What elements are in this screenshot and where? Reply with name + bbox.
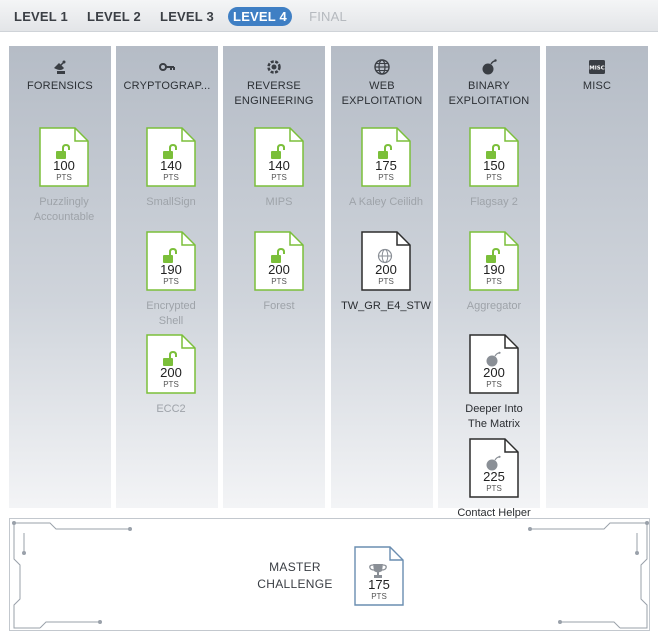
challenge-points: 140 (268, 158, 290, 173)
challenge-name[interactable]: Deeper Into The Matrix (442, 402, 546, 432)
challenge-card[interactable]: 200 PTS (361, 231, 411, 291)
column-title: CRYPTOGRAP... (123, 80, 211, 92)
challenge-card[interactable]: 225 PTS (469, 438, 519, 498)
column-title: REVERSE ENGINEERING (234, 80, 314, 107)
challenge-name[interactable]: Forest (227, 299, 331, 314)
challenge-name[interactable]: MIPS (227, 195, 331, 210)
tab-level-1[interactable]: LEVEL 1 (14, 7, 68, 26)
challenge-name[interactable]: Flagsay 2 (442, 195, 546, 210)
challenge-card[interactable]: 140 PTS (254, 127, 304, 187)
points-unit: PTS (486, 484, 502, 493)
challenge-points: 200 (160, 365, 182, 380)
key-icon (159, 63, 175, 71)
category-column-forensics: FORENSICS (9, 46, 111, 508)
master-challenge-panel: MASTER CHALLENGE 175 PTS (9, 518, 650, 631)
points-unit: PTS (378, 277, 394, 286)
column-title: MISC (582, 80, 612, 92)
points-unit: PTS (378, 173, 394, 182)
challenge-points: 100 (53, 158, 75, 173)
challenge-points: 190 (160, 262, 182, 277)
column-title: BINARY EXPLOITATION (448, 80, 530, 107)
challenge-points: 140 (160, 158, 182, 173)
challenge-name[interactable]: Encrypted Shell (119, 299, 223, 329)
tab-level-2[interactable]: LEVEL 2 (87, 7, 141, 26)
challenge-card[interactable]: 140 PTS (146, 127, 196, 187)
column-title: WEB EXPLOITATION (341, 80, 423, 107)
challenge-points: 200 (375, 262, 397, 277)
level-tab-bar: LEVEL 1 LEVEL 2 LEVEL 3 LEVEL 4 FINAL (0, 0, 658, 32)
challenge-card[interactable]: 200 PTS (146, 334, 196, 394)
challenge-card[interactable]: 200 PTS (254, 231, 304, 291)
challenge-card[interactable]: 100 PTS (39, 127, 89, 187)
category-column-misc: MISC MISC (546, 46, 648, 508)
gear-icon (267, 60, 281, 74)
challenge-points: 175 (375, 158, 397, 173)
tab-final[interactable]: FINAL (306, 7, 350, 26)
challenge-card[interactable]: 150 PTS (469, 127, 519, 187)
challenge-points: 190 (483, 262, 505, 277)
column-title: FORENSICS (27, 80, 93, 92)
satellite-dish-icon (54, 60, 66, 74)
challenge-name[interactable]: Puzzlingly Accountable (12, 195, 116, 225)
master-points: 175 (368, 577, 390, 592)
points-unit: PTS (271, 173, 287, 182)
points-unit: PTS (486, 277, 502, 286)
globe-icon (374, 59, 390, 75)
challenge-name[interactable]: ECC2 (119, 402, 223, 417)
challenge-card[interactable]: 175 PTS (361, 127, 411, 187)
points-unit: PTS (486, 380, 502, 389)
challenge-card[interactable]: 200 PTS (469, 334, 519, 394)
tab-level-4[interactable]: LEVEL 4 (228, 7, 292, 26)
master-challenge-card[interactable]: 175 PTS (354, 546, 404, 606)
points-unit: PTS (163, 380, 179, 389)
tab-level-3[interactable]: LEVEL 3 (160, 7, 214, 26)
points-unit: PTS (486, 173, 502, 182)
challenge-name[interactable]: Aggregator (442, 299, 546, 314)
svg-text:MISC: MISC (589, 66, 605, 72)
master-challenge-title: MASTER CHALLENGE (257, 560, 333, 591)
challenge-points: 225 (483, 469, 505, 484)
points-unit: PTS (56, 173, 72, 182)
points-unit: PTS (163, 173, 179, 182)
challenge-card[interactable]: 190 PTS (146, 231, 196, 291)
misc-icon: MISC (589, 60, 605, 74)
challenge-name[interactable]: TW_GR_E4_STW (334, 299, 438, 314)
challenge-points: 150 (483, 158, 505, 173)
challenge-name[interactable]: SmallSign (119, 195, 223, 210)
challenge-points: 200 (268, 262, 290, 277)
points-unit: PTS (371, 592, 387, 601)
bomb-icon (482, 59, 497, 75)
challenge-card[interactable]: 190 PTS (469, 231, 519, 291)
points-unit: PTS (271, 277, 287, 286)
challenge-name[interactable]: A Kaley Ceilidh (334, 195, 438, 210)
points-unit: PTS (163, 277, 179, 286)
challenge-points: 200 (483, 365, 505, 380)
